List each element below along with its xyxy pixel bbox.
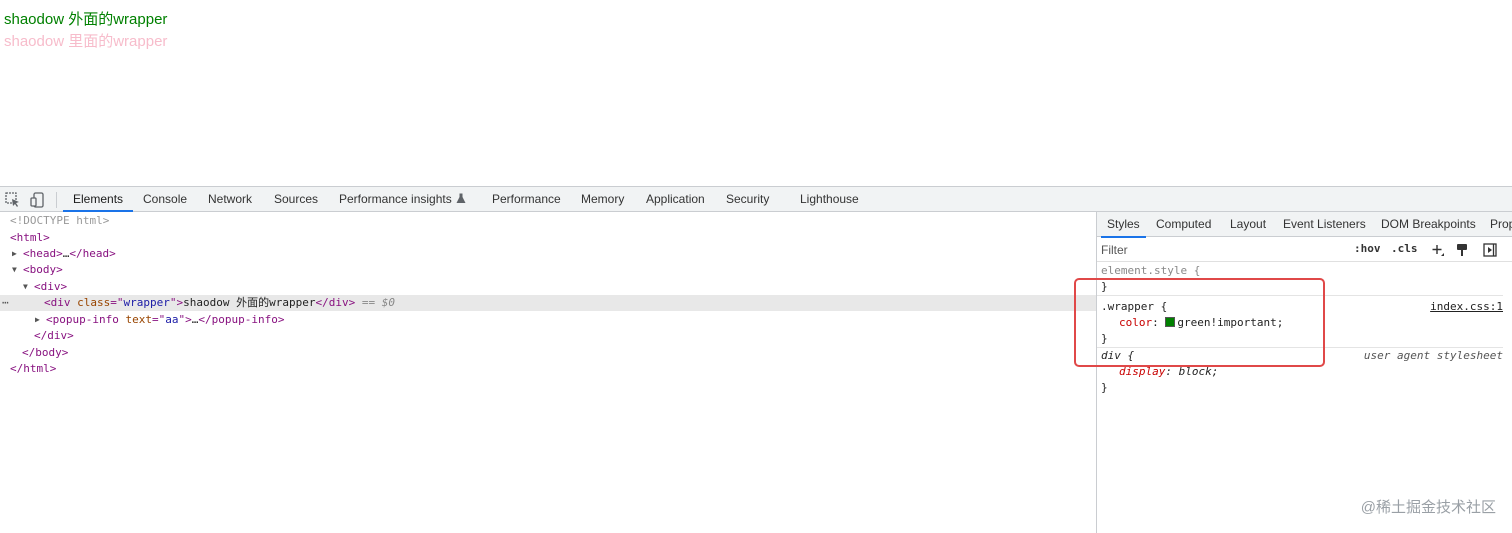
dom-node-div[interactable]: ▼ <div>: [0, 279, 1096, 295]
dom-node-head[interactable]: ▶ <head>…</head>: [0, 246, 1096, 262]
collapse-triangle-icon[interactable]: ▼: [12, 262, 17, 278]
tab-performance[interactable]: Performance: [492, 187, 561, 212]
tab-elements[interactable]: Elements: [62, 187, 134, 212]
dom-node-doctype[interactable]: <!DOCTYPE html>: [0, 213, 1096, 229]
rule-source-link[interactable]: index.css:1: [1430, 299, 1503, 315]
styles-sidebar: Styles Computed Layout Event Listeners D…: [1096, 212, 1512, 533]
toolbar-separator: [56, 192, 57, 208]
dom-node-wrapper-selected[interactable]: ⋯ <div class="wrapper">shaodow 外面的wrappe…: [0, 295, 1096, 311]
dom-node-body-close[interactable]: </body>: [0, 345, 1096, 361]
cls-button[interactable]: .cls: [1391, 242, 1418, 255]
flask-icon: [456, 193, 466, 203]
tab-console[interactable]: Console: [143, 187, 187, 212]
styles-filter-bar: :hov .cls: [1097, 238, 1512, 262]
dom-node-body[interactable]: ▼ <body>: [0, 262, 1096, 278]
tab-properties[interactable]: Prop: [1490, 212, 1512, 237]
inner-wrapper-text: shaodow 里面的wrapper: [4, 33, 168, 50]
expand-triangle-icon[interactable]: ▶: [12, 246, 17, 262]
tab-memory[interactable]: Memory: [581, 187, 624, 212]
tab-event-listeners[interactable]: Event Listeners: [1283, 212, 1366, 237]
inspect-element-icon[interactable]: [4, 191, 22, 209]
toggle-sidebar-icon[interactable]: [1483, 243, 1497, 257]
tab-layout[interactable]: Layout: [1230, 212, 1266, 237]
dom-node-html-close[interactable]: </html>: [0, 361, 1096, 377]
tab-dom-breakpoints[interactable]: DOM Breakpoints: [1381, 212, 1476, 237]
styles-filter-input[interactable]: [1101, 240, 1341, 260]
user-agent-label: user agent stylesheet: [1363, 349, 1503, 362]
tab-performance-insights[interactable]: Performance insights: [339, 187, 466, 212]
rendered-page: shaodow 外面的wrapper shaodow 里面的wrapper: [0, 0, 1512, 186]
tab-network[interactable]: Network: [208, 187, 252, 212]
watermark: @稀土掘金技术社区: [1360, 499, 1496, 516]
tab-application[interactable]: Application: [646, 187, 705, 212]
annotation-highlight-box: [1074, 278, 1325, 367]
dom-node-div-close[interactable]: </div>: [0, 328, 1096, 344]
collapse-triangle-icon[interactable]: ▼: [23, 279, 28, 295]
devtools-toolbar: Elements Console Network Sources Perform…: [0, 186, 1512, 212]
dom-node-html[interactable]: <html>: [0, 230, 1096, 246]
tab-security[interactable]: Security: [726, 187, 769, 212]
elements-dom-tree: <!DOCTYPE html> <html> ▶ <head>…</head> …: [0, 212, 1096, 533]
tab-computed[interactable]: Computed: [1156, 212, 1211, 237]
dom-node-popup-info[interactable]: ▶ <popup-info text="aa">…</popup-info>: [0, 312, 1096, 328]
hov-button[interactable]: :hov: [1354, 242, 1381, 255]
device-toolbar-icon[interactable]: [29, 191, 47, 209]
expand-triangle-icon[interactable]: ▶: [35, 312, 40, 328]
tab-styles[interactable]: Styles: [1101, 212, 1146, 238]
tab-lighthouse[interactable]: Lighthouse: [800, 187, 859, 212]
more-options-icon[interactable]: ⋯: [2, 295, 9, 311]
tab-performance-insights-label: Performance insights: [339, 192, 452, 206]
outer-wrapper-text: shaodow 外面的wrapper: [4, 11, 168, 28]
sidebar-tabs: Styles Computed Layout Event Listeners D…: [1097, 212, 1512, 238]
new-style-rule-icon[interactable]: [1431, 243, 1445, 257]
paint-brush-icon[interactable]: [1455, 243, 1469, 257]
tab-sources[interactable]: Sources: [274, 187, 318, 212]
